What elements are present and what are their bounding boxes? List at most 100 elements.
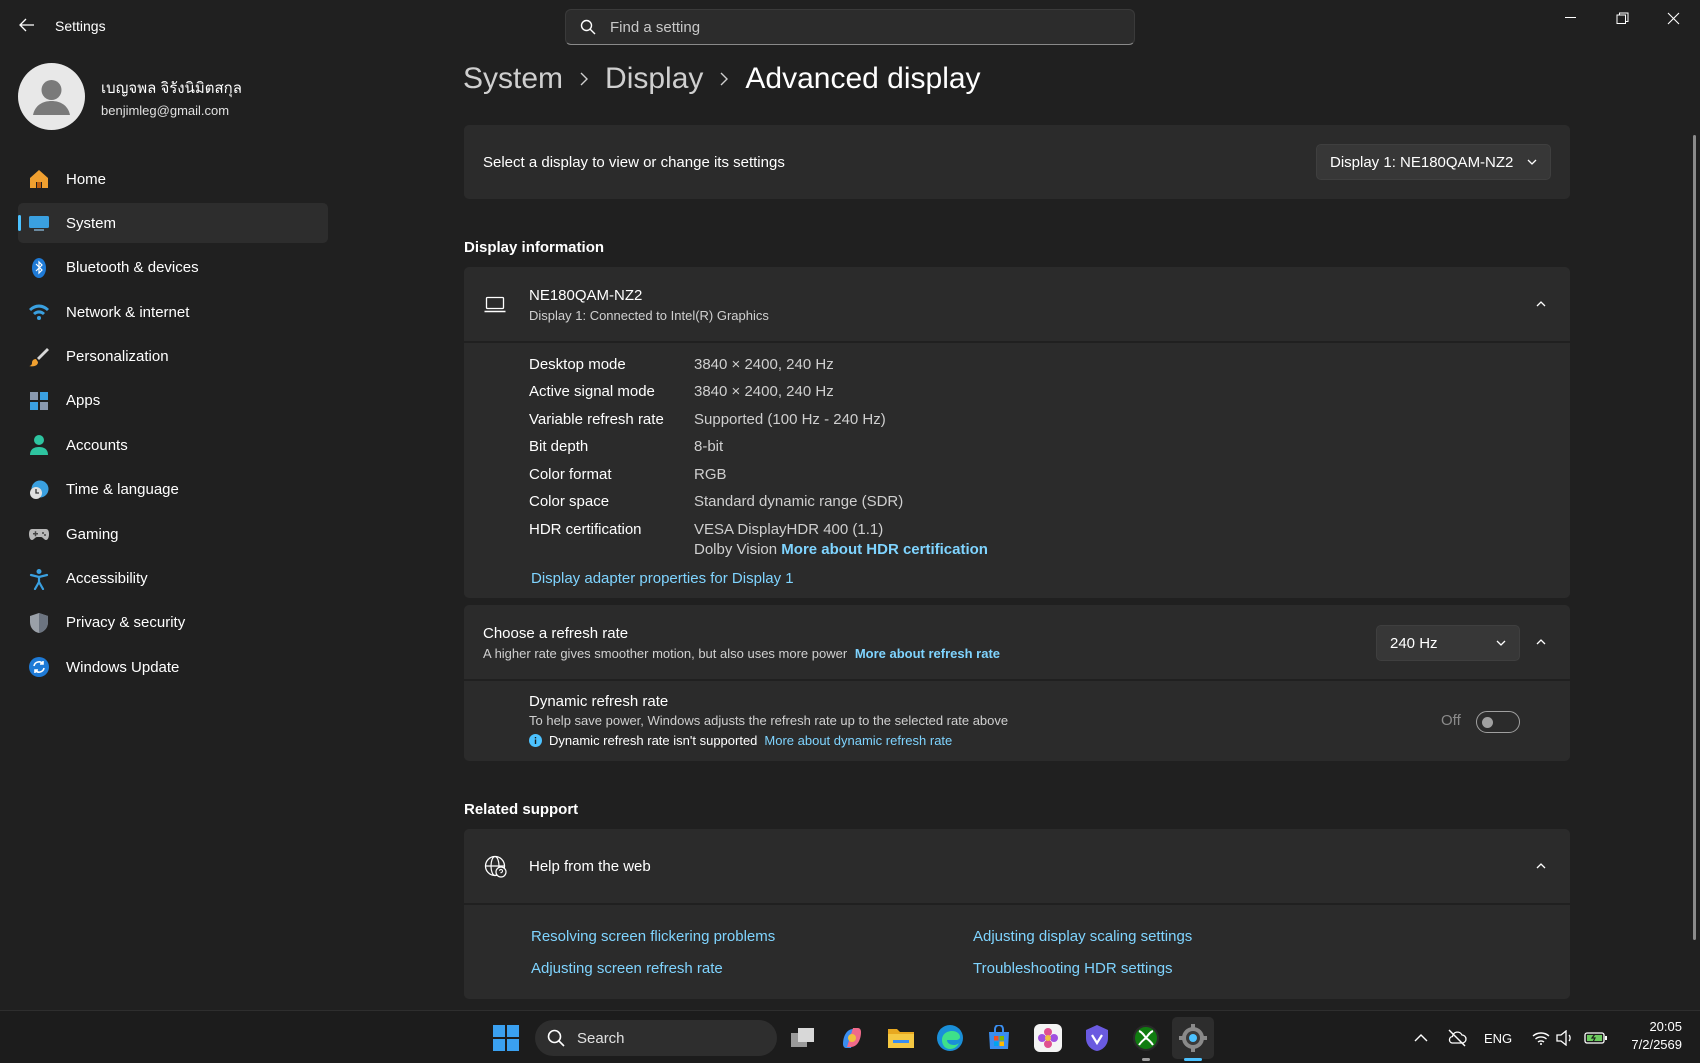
back-arrow-icon [19,18,34,32]
accessibility-icon [28,568,50,590]
restore-button[interactable] [1597,0,1647,36]
wifi-icon [28,301,50,323]
sidebar-item-home[interactable]: Home [18,159,328,199]
sidebar-item-accounts[interactable]: Accounts [18,425,328,465]
help-link[interactable]: Adjusting display scaling settings [973,928,1192,945]
help-header[interactable]: Help from the web [464,829,1570,904]
help-from-web-card: Help from the web Resolving screen flick… [464,829,1570,999]
info-value: 3840 × 2400, 240 Hz [694,383,834,400]
app-xbox-button[interactable] [1129,1021,1163,1055]
sidebar-item-apps[interactable]: Apps [18,381,328,421]
sidebar-item-bluetooth[interactable]: Bluetooth & devices [18,248,328,288]
sidebar-item-label: Bluetooth & devices [66,259,199,277]
chevron-down-icon [1496,640,1506,646]
sidebar-item-label: Network & internet [66,303,190,321]
sidebar-item-label: Personalization [66,348,169,366]
hdr-certification-link[interactable]: More about HDR certification [781,541,988,558]
back-button[interactable] [16,14,38,36]
edge-button[interactable] [933,1021,967,1055]
info-key: Variable refresh rate [529,411,664,428]
info-row: Desktop mode 3840 × 2400, 240 Hz [529,356,834,373]
refresh-rate-link[interactable]: More about refresh rate [855,646,1000,661]
divider [464,679,1570,681]
task-view-button[interactable] [786,1021,820,1055]
display-adapter-properties-link[interactable]: Display adapter properties for Display 1 [531,570,794,587]
dynamic-refresh-unsupported: Dynamic refresh rate isn't supported [549,733,758,748]
display-name: NE180QAM-NZ2 [529,287,643,304]
sidebar-item-label: Accounts [66,436,128,454]
info-row: Bit depth 8-bit [529,438,723,455]
start-button[interactable] [489,1021,523,1055]
task-view-icon [791,1028,814,1047]
chevron-up-icon[interactable] [1535,298,1547,310]
info-value: Standard dynamic range (SDR) [694,493,904,510]
app-shield-button[interactable] [1080,1021,1114,1055]
sidebar-item-label: Apps [66,392,101,410]
dynamic-refresh-link[interactable]: More about dynamic refresh rate [764,733,952,748]
taskbar-search[interactable]: Search [535,1020,777,1056]
copilot-button[interactable] [835,1021,869,1055]
app-flower-button[interactable] [1031,1021,1065,1055]
chevron-up-icon [1414,1034,1428,1042]
store-button[interactable] [982,1021,1016,1055]
select-display-card: Select a display to view or change its s… [464,125,1570,199]
minimize-button[interactable] [1546,0,1596,36]
flower-app-icon [1034,1024,1062,1052]
settings-taskbar-button[interactable] [1172,1017,1214,1059]
info-row: HDR certification VESA DisplayHDR 400 (1.… [529,521,883,538]
file-explorer-button[interactable] [884,1021,918,1055]
refresh-rate-value: 240 Hz [1390,634,1438,652]
dynamic-refresh-title: Dynamic refresh rate [529,693,669,710]
chevron-up-icon[interactable] [1535,860,1547,872]
divider [464,341,1570,343]
info-key: Color space [529,493,610,510]
refresh-rate-dropdown[interactable]: 240 Hz [1376,625,1520,661]
windows-logo-icon [493,1025,519,1051]
search-input[interactable] [610,18,1090,36]
help-link[interactable]: Troubleshooting HDR settings [973,960,1173,977]
close-button[interactable] [1648,0,1698,36]
display-select-value: Display 1: NE180QAM-NZ2 [1330,153,1514,171]
user-profile[interactable]: เบญจพล จิรังนิมิตสกุล benjimleg@gmail.co… [18,63,242,130]
info-value: 3840 × 2400, 240 Hz [694,356,834,373]
info-row: Color format RGB [529,466,727,483]
info-key: Color format [529,466,612,483]
sidebar-item-system[interactable]: System [18,203,328,244]
battery-tray-button[interactable] [1579,1021,1613,1055]
help-link[interactable]: Adjusting screen refresh rate [531,960,723,977]
info-key: HDR certification [529,521,642,538]
select-display-label: Select a display to view or change its s… [483,154,785,171]
clock[interactable]: 20:05 7/2/2569 [1620,1019,1682,1052]
dynamic-refresh-toggle[interactable] [1476,711,1520,733]
sidebar-item-network[interactable]: Network & internet [18,292,328,332]
show-hidden-icons-button[interactable] [1404,1021,1438,1055]
sidebar-item-gaming[interactable]: Gaming [18,514,328,554]
chevron-right-icon [719,72,729,86]
search-icon [547,1029,565,1047]
active-app-indicator [1184,1058,1202,1061]
settings-search-box[interactable] [565,9,1135,45]
volume-tray-button[interactable] [1548,1021,1582,1055]
sidebar-item-accessibility[interactable]: Accessibility [18,559,328,599]
dynamic-refresh-note: Dynamic refresh rate isn't supported Mor… [529,733,952,748]
display-info-header[interactable]: NE180QAM-NZ2 Display 1: Connected to Int… [464,267,1570,342]
refresh-rate-desc: A higher rate gives smoother motion, but… [483,646,848,661]
dynamic-refresh-desc: To help save power, Windows adjusts the … [529,713,1009,728]
breadcrumb-display[interactable]: Display [605,62,703,96]
chevron-right-icon [579,72,589,86]
breadcrumb-system[interactable]: System [463,62,563,96]
sidebar-item-personalization[interactable]: Personalization [18,337,328,377]
display-select-dropdown[interactable]: Display 1: NE180QAM-NZ2 [1316,144,1551,180]
globe-help-icon [484,855,507,878]
sidebar-item-label: System [66,214,117,232]
chevron-up-icon[interactable] [1535,636,1547,648]
person-icon [33,80,70,115]
language-indicator[interactable]: ENG [1484,1031,1512,1046]
cloud-off-tray-button[interactable] [1440,1021,1474,1055]
sidebar-item-privacy[interactable]: Privacy & security [18,603,328,643]
scrollbar[interactable] [1693,135,1696,940]
sidebar-item-time-language[interactable]: Time & language [18,470,328,510]
help-link[interactable]: Resolving screen flickering problems [531,928,775,945]
sidebar-item-windows-update[interactable]: Windows Update [18,647,328,687]
shield-app-icon [1086,1025,1108,1051]
